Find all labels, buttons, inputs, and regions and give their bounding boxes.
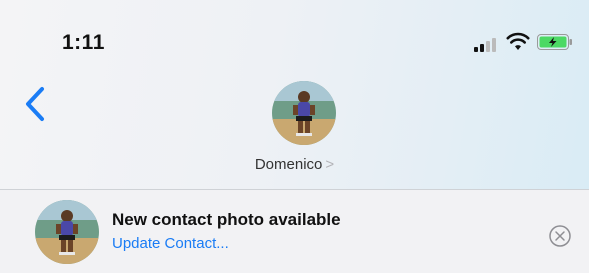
wifi-icon xyxy=(506,32,530,50)
chevron-right-icon: > xyxy=(325,156,335,173)
banner-title: New contact photo available xyxy=(112,210,341,229)
contact-avatar[interactable] xyxy=(272,81,336,145)
battery-charging-icon xyxy=(537,34,572,50)
update-contact-link[interactable]: Update Contact... xyxy=(112,235,229,252)
status-time: 1:11 xyxy=(62,31,105,54)
contact-name-button[interactable]: Domenico > xyxy=(0,156,589,173)
new-photo-avatar xyxy=(35,200,99,264)
cellular-signal-icon xyxy=(474,35,496,52)
contact-name: Domenico xyxy=(254,156,323,173)
back-chevron-icon[interactable] xyxy=(24,86,46,122)
close-circle-icon[interactable] xyxy=(548,224,572,248)
